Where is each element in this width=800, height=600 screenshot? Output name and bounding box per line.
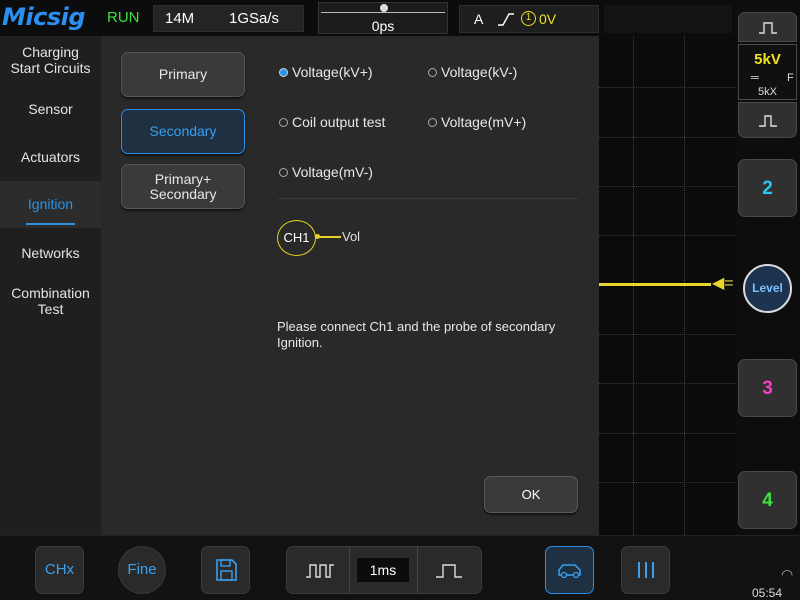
- fine-button[interactable]: Fine: [118, 546, 166, 594]
- option-voltage-mv-minus[interactable]: Voltage(mV-): [279, 164, 373, 180]
- sidebar-item-networks[interactable]: Networks: [0, 245, 101, 263]
- ch1-probe-ratio: 5kX: [758, 86, 777, 98]
- ch1-scale-display[interactable]: 5kV ═ F 5kX: [738, 44, 797, 100]
- sidebar-item-label: Ignition: [27, 196, 74, 212]
- secondary-button[interactable]: Secondary: [121, 109, 245, 154]
- option-label: Voltage(kV+): [292, 64, 373, 80]
- grid-line: [599, 482, 735, 483]
- option-coil-output-test[interactable]: Coil output test: [279, 114, 385, 130]
- grid-line: [599, 186, 735, 187]
- sidebar-item-charging-start[interactable]: Charging Start Circuits: [0, 44, 101, 78]
- sidebar-item-ignition[interactable]: Ignition: [0, 181, 101, 228]
- run-status[interactable]: RUN: [107, 9, 140, 26]
- grid-line: [599, 383, 735, 384]
- pulse-narrow-icon: [758, 115, 777, 127]
- level-button[interactable]: Level: [743, 264, 792, 313]
- ch1-signal-label: Vol: [342, 229, 361, 244]
- channel-panel: 5kV ═ F 5kX 2 Level 3 4: [735, 0, 800, 535]
- timebase-separator: [349, 547, 350, 593]
- sidebar-item-actuators[interactable]: Actuators: [0, 149, 101, 167]
- ch1-connector-line: [317, 236, 341, 238]
- wifi-icon: ◠: [781, 566, 794, 582]
- instruction-message: Please connect Ch1 and the probe of seco…: [277, 319, 556, 350]
- ch1-coupling: F: [787, 72, 794, 84]
- menu-button[interactable]: [621, 546, 670, 594]
- ch1-scale-down-button[interactable]: [738, 102, 797, 138]
- timebase-separator: [417, 547, 418, 593]
- trigger-level: 0V: [539, 11, 557, 27]
- grid-line: [599, 334, 735, 335]
- sidebar-item-sensor[interactable]: Sensor: [0, 101, 101, 119]
- trigger-status-area: [604, 5, 732, 33]
- ch2-label: 2: [762, 178, 773, 199]
- option-voltage-mv-plus[interactable]: Voltage(mV+): [428, 114, 526, 130]
- trigger-level-marker-icon[interactable]: ◀=: [712, 276, 734, 292]
- ok-button[interactable]: OK: [484, 476, 578, 513]
- trigger-position-track: [321, 12, 445, 13]
- ch1-trace: [599, 283, 711, 286]
- rising-edge-icon: [498, 13, 514, 26]
- trigger-source: A: [474, 11, 484, 27]
- option-label: Coil output test: [292, 114, 386, 130]
- dialog-divider: [278, 198, 578, 199]
- chx-button[interactable]: CHx: [35, 546, 84, 594]
- save-button[interactable]: [201, 546, 250, 594]
- trigger-position-slider[interactable]: 0ps: [318, 2, 448, 34]
- category-sidebar: Charging Start Circuits Sensor Actuators…: [0, 36, 101, 535]
- trigger-position-value: 0ps: [371, 18, 395, 34]
- trigger-position-knob[interactable]: [380, 4, 388, 12]
- grid-line: [599, 87, 735, 88]
- radio-unchecked-icon: [428, 117, 437, 127]
- ch1-badge: CH1: [277, 220, 316, 256]
- timebase-increase-icon[interactable]: [435, 563, 463, 579]
- radio-unchecked-icon: [279, 167, 288, 177]
- bottom-toolbar: CHx Fine 1ms ◠ 05:54: [0, 535, 800, 600]
- timebase-decrease-icon[interactable]: [305, 563, 335, 579]
- ch2-button[interactable]: 2: [738, 159, 797, 217]
- option-label: Voltage(mV-): [292, 164, 373, 180]
- ch1-scale-up-button[interactable]: [738, 12, 797, 42]
- ch3-label: 3: [762, 378, 773, 399]
- save-icon: [215, 559, 237, 581]
- option-label: Voltage(kV-): [441, 64, 518, 80]
- option-voltage-kv-plus[interactable]: Voltage(kV+): [279, 64, 373, 80]
- auto-mode-button[interactable]: [545, 546, 594, 594]
- primary-button[interactable]: Primary: [121, 52, 245, 97]
- ch1-scale-value: 5kV: [754, 51, 781, 68]
- acquisition-info[interactable]: 14M 1GSa/s: [153, 5, 304, 32]
- ignition-dialog: Primary Secondary Primary+ Secondary Vol…: [101, 36, 599, 535]
- trigger-channel: 1: [521, 11, 536, 26]
- primary-secondary-button[interactable]: Primary+ Secondary: [121, 164, 245, 209]
- sidebar-item-combination-test[interactable]: Combination Test: [0, 285, 101, 319]
- timebase-value[interactable]: 1ms: [357, 558, 409, 582]
- grid-line: [599, 137, 735, 138]
- grid-line: [599, 433, 735, 434]
- brand-logo: Micsig: [2, 3, 86, 31]
- option-label: Voltage(mV+): [441, 114, 527, 130]
- radio-checked-icon: [279, 67, 288, 77]
- car-icon: [557, 564, 581, 579]
- radio-unchecked-icon: [428, 67, 437, 77]
- ch4-label: 4: [762, 490, 773, 511]
- ch3-button[interactable]: 3: [738, 359, 797, 417]
- active-underline: [26, 223, 75, 225]
- ch1-connector-dot: [315, 234, 320, 239]
- grid-line: [599, 235, 735, 236]
- pulse-icon: [758, 22, 777, 34]
- sample-rate: 1GSa/s: [229, 10, 280, 27]
- menu-bars-icon: [637, 562, 654, 578]
- memory-depth: 14M: [165, 10, 195, 27]
- option-voltage-kv-minus[interactable]: Voltage(kV-): [428, 64, 517, 80]
- trigger-settings[interactable]: A 1 0V: [459, 5, 599, 33]
- clock: 05:54: [752, 586, 783, 600]
- top-bar: Micsig RUN 14M 1GSa/s 0ps A 1 0V: [0, 0, 800, 36]
- timebase-control: 1ms: [286, 546, 482, 594]
- dc-coupling-icon: ═: [751, 72, 759, 84]
- ch4-button[interactable]: 4: [738, 471, 797, 529]
- waveform-display[interactable]: ◀=: [599, 36, 735, 535]
- radio-unchecked-icon: [279, 117, 288, 127]
